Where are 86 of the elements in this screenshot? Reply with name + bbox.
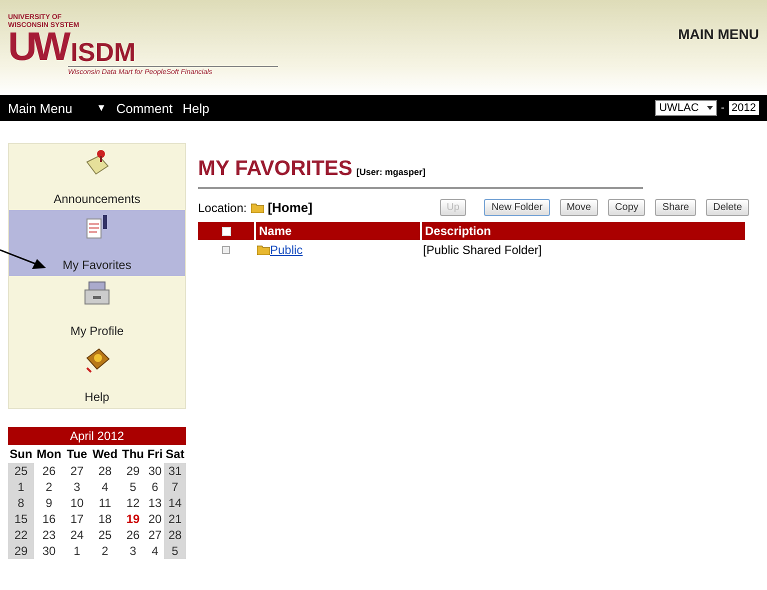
table-cell-text: [Public Shared Folder] <box>422 243 543 257</box>
menu-item[interactable]: Help <box>182 100 210 116</box>
toolbar-button[interactable]: New Folder <box>484 199 550 216</box>
calendar-title: April 2012 <box>8 427 186 445</box>
calendar-day[interactable]: 7 <box>164 479 186 495</box>
column-header: Name <box>259 224 292 238</box>
sidebar-item[interactable]: My Favorites <box>9 210 185 276</box>
calendar-day[interactable]: 24 <box>64 527 90 543</box>
logo-name: ISDM <box>70 38 136 66</box>
weekday-label: Thu <box>121 446 145 463</box>
user-label: [User: mgasper] <box>356 167 426 177</box>
weekday-label: Mon <box>36 446 62 463</box>
calendar-day[interactable]: 30 <box>34 543 64 559</box>
weekday-label: Sat <box>164 446 186 463</box>
calendar-day[interactable]: 29 <box>8 543 34 559</box>
toolbar-button[interactable]: Move <box>560 199 598 216</box>
calendar-day[interactable]: 26 <box>120 527 146 543</box>
calendar-day[interactable]: 25 <box>8 463 34 479</box>
weekday-label: Sun <box>8 446 34 463</box>
menu-item[interactable]: ▼ <box>96 102 106 114</box>
sidebar-item[interactable]: Announcements <box>9 144 185 210</box>
calendar-day[interactable]: 27 <box>146 527 164 543</box>
toolbar-button[interactable]: Share <box>655 199 696 216</box>
calendar-day[interactable]: 3 <box>64 479 90 495</box>
calendar-day[interactable]: 23 <box>34 527 64 543</box>
column-header: Description <box>425 224 492 238</box>
calendar-day[interactable]: 17 <box>64 511 90 527</box>
calendar-day[interactable]: 27 <box>64 463 90 479</box>
calendar-day[interactable]: 4 <box>146 543 164 559</box>
calendar-day[interactable]: 10 <box>64 495 90 511</box>
folder-link[interactable]: Public <box>270 243 303 257</box>
separator-text: - <box>720 102 725 114</box>
toolbar-button[interactable]: Delete <box>706 199 749 216</box>
page-title: MAIN MENU <box>678 26 759 44</box>
calendar-day[interactable]: 5 <box>120 479 146 495</box>
calendar-day[interactable]: 9 <box>34 495 64 511</box>
calendar-day[interactable]: 16 <box>34 511 64 527</box>
calendar-day[interactable]: 1 <box>8 479 34 495</box>
calendar-day[interactable]: 12 <box>120 495 146 511</box>
sidebar-item[interactable]: Help <box>9 342 185 408</box>
calendar-day[interactable]: 25 <box>90 527 120 543</box>
weekday-label: Wed <box>91 446 119 463</box>
calendar-day[interactable]: 1 <box>64 543 90 559</box>
calendar-day[interactable]: 31 <box>164 463 186 479</box>
calendar-day[interactable]: 13 <box>146 495 164 511</box>
institution-dropdown[interactable]: UWLAC <box>655 100 717 116</box>
calendar-day[interactable]: 18 <box>90 511 120 527</box>
favorites-title: MY FAVORITES <box>198 157 352 181</box>
calendar-day[interactable]: 29 <box>120 463 146 479</box>
location-label: Location: <box>198 200 247 214</box>
calendar-day[interactable]: 6 <box>146 479 164 495</box>
calendar-day[interactable]: 15 <box>8 511 34 527</box>
calendar-day[interactable]: 8 <box>8 495 34 511</box>
calendar-day[interactable]: 22 <box>8 527 34 543</box>
weekday-label: Tue <box>66 446 88 463</box>
calendar-day[interactable]: 30 <box>146 463 164 479</box>
location-value: [Home] <box>268 200 312 215</box>
menu-item[interactable]: Comment <box>116 100 173 116</box>
sidebar-item[interactable]: My Profile <box>9 276 185 342</box>
year-field[interactable]: 2012 <box>728 101 759 115</box>
menu-item[interactable]: Main Menu <box>8 100 72 116</box>
calendar-day[interactable]: 2 <box>34 479 64 495</box>
calendar-day[interactable]: 5 <box>164 543 186 559</box>
row-checkbox[interactable] <box>222 246 230 254</box>
document-icon <box>84 214 110 240</box>
calendar-day[interactable]: 3 <box>120 543 146 559</box>
caret-icon <box>706 106 713 110</box>
calendar-day[interactable]: 14 <box>164 495 186 511</box>
drawer-icon <box>83 280 111 306</box>
calendar-day[interactable]: 28 <box>90 463 120 479</box>
select-all-checkbox[interactable] <box>222 226 230 236</box>
calendar-day[interactable]: 21 <box>164 511 186 527</box>
calendar-day[interactable]: 4 <box>90 479 120 495</box>
arrow-drawing <box>0 248 46 272</box>
note-icon <box>84 148 110 176</box>
calendar-day[interactable]: 11 <box>90 495 120 511</box>
calendar-day[interactable]: 28 <box>164 527 186 543</box>
toolbar-button[interactable]: Copy <box>608 199 646 216</box>
calendar-day[interactable]: 2 <box>90 543 120 559</box>
calendar-day[interactable]: 26 <box>34 463 64 479</box>
weekday-label: Fri <box>146 446 164 463</box>
folder-icon <box>257 245 270 255</box>
calendar-day[interactable]: 20 <box>146 511 164 527</box>
folder-icon <box>250 202 264 212</box>
calendar-day[interactable]: 19 <box>120 511 146 527</box>
logo-mark: UW <box>8 28 67 66</box>
